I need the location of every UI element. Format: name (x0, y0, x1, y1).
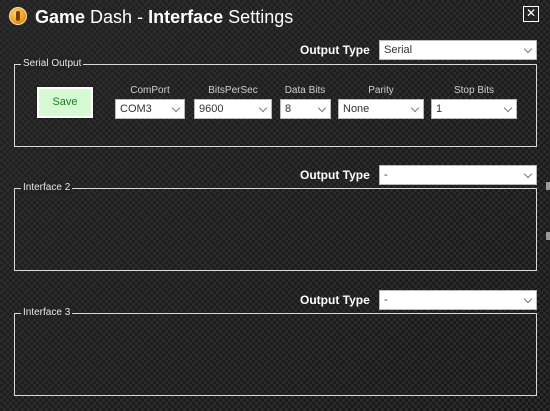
parity-value: None (343, 103, 370, 115)
save-button[interactable]: Save (37, 87, 93, 118)
parity-select[interactable]: None (338, 99, 424, 119)
interface-2-group: Interface 2 (14, 182, 537, 271)
edge-mark (546, 232, 550, 240)
close-icon: ✕ (525, 6, 537, 20)
chevron-down-icon (503, 103, 513, 113)
bitspersec-select[interactable]: 9600 (194, 99, 272, 119)
bitspersec-value: 9600 (199, 103, 224, 115)
serial-output-legend: Serial Output (21, 58, 84, 70)
stopbits-value: 1 (436, 103, 443, 115)
comport-select[interactable]: COM3 (115, 99, 185, 119)
title-dash: Dash (90, 7, 133, 27)
interface-2-legend: Interface 2 (21, 182, 73, 194)
edge-mark (546, 182, 550, 190)
chevron-down-icon (410, 103, 420, 113)
chevron-down-icon (523, 44, 533, 54)
chevron-down-icon (523, 294, 533, 304)
output-type-select-1[interactable]: Serial (379, 40, 537, 60)
output-type-select-2[interactable]: - (379, 165, 537, 185)
chevron-down-icon (258, 103, 268, 113)
output-type-label-2: Output Type (300, 168, 370, 182)
chevron-down-icon (171, 103, 181, 113)
output-type-value-2: - (384, 169, 388, 181)
parity-label: Parity (368, 85, 394, 96)
stopbits-select[interactable]: 1 (431, 99, 517, 119)
title-game: Game (35, 7, 86, 27)
title-separator: - (137, 7, 144, 27)
output-type-label-3: Output Type (300, 293, 370, 307)
output-type-label-1: Output Type (300, 43, 370, 57)
title-settings: Settings (228, 7, 294, 27)
output-type-value-3: - (384, 294, 388, 306)
interface-3-legend: Interface 3 (21, 307, 73, 319)
close-button[interactable]: ✕ (523, 6, 539, 22)
chevron-down-icon (523, 169, 533, 179)
title-bar: Game Dash - Interface Settings ✕ (0, 0, 550, 34)
interface-3-group: Interface 3 (14, 307, 537, 396)
output-type-select-3[interactable]: - (379, 290, 537, 310)
app-logo-icon (9, 7, 27, 25)
comport-label: ComPort (130, 85, 170, 96)
stopbits-label: Stop Bits (453, 85, 495, 96)
window-title: Game Dash - Interface Settings (35, 6, 293, 28)
databits-value: 8 (285, 103, 292, 115)
output-type-value-1: Serial (384, 44, 413, 56)
title-interface: Interface (148, 7, 224, 27)
bitspersec-label: BitsPerSec (208, 85, 258, 96)
databits-label: Data Bits (284, 85, 326, 96)
databits-select[interactable]: 8 (280, 99, 331, 119)
comport-value: COM3 (120, 103, 152, 115)
chevron-down-icon (317, 103, 327, 113)
